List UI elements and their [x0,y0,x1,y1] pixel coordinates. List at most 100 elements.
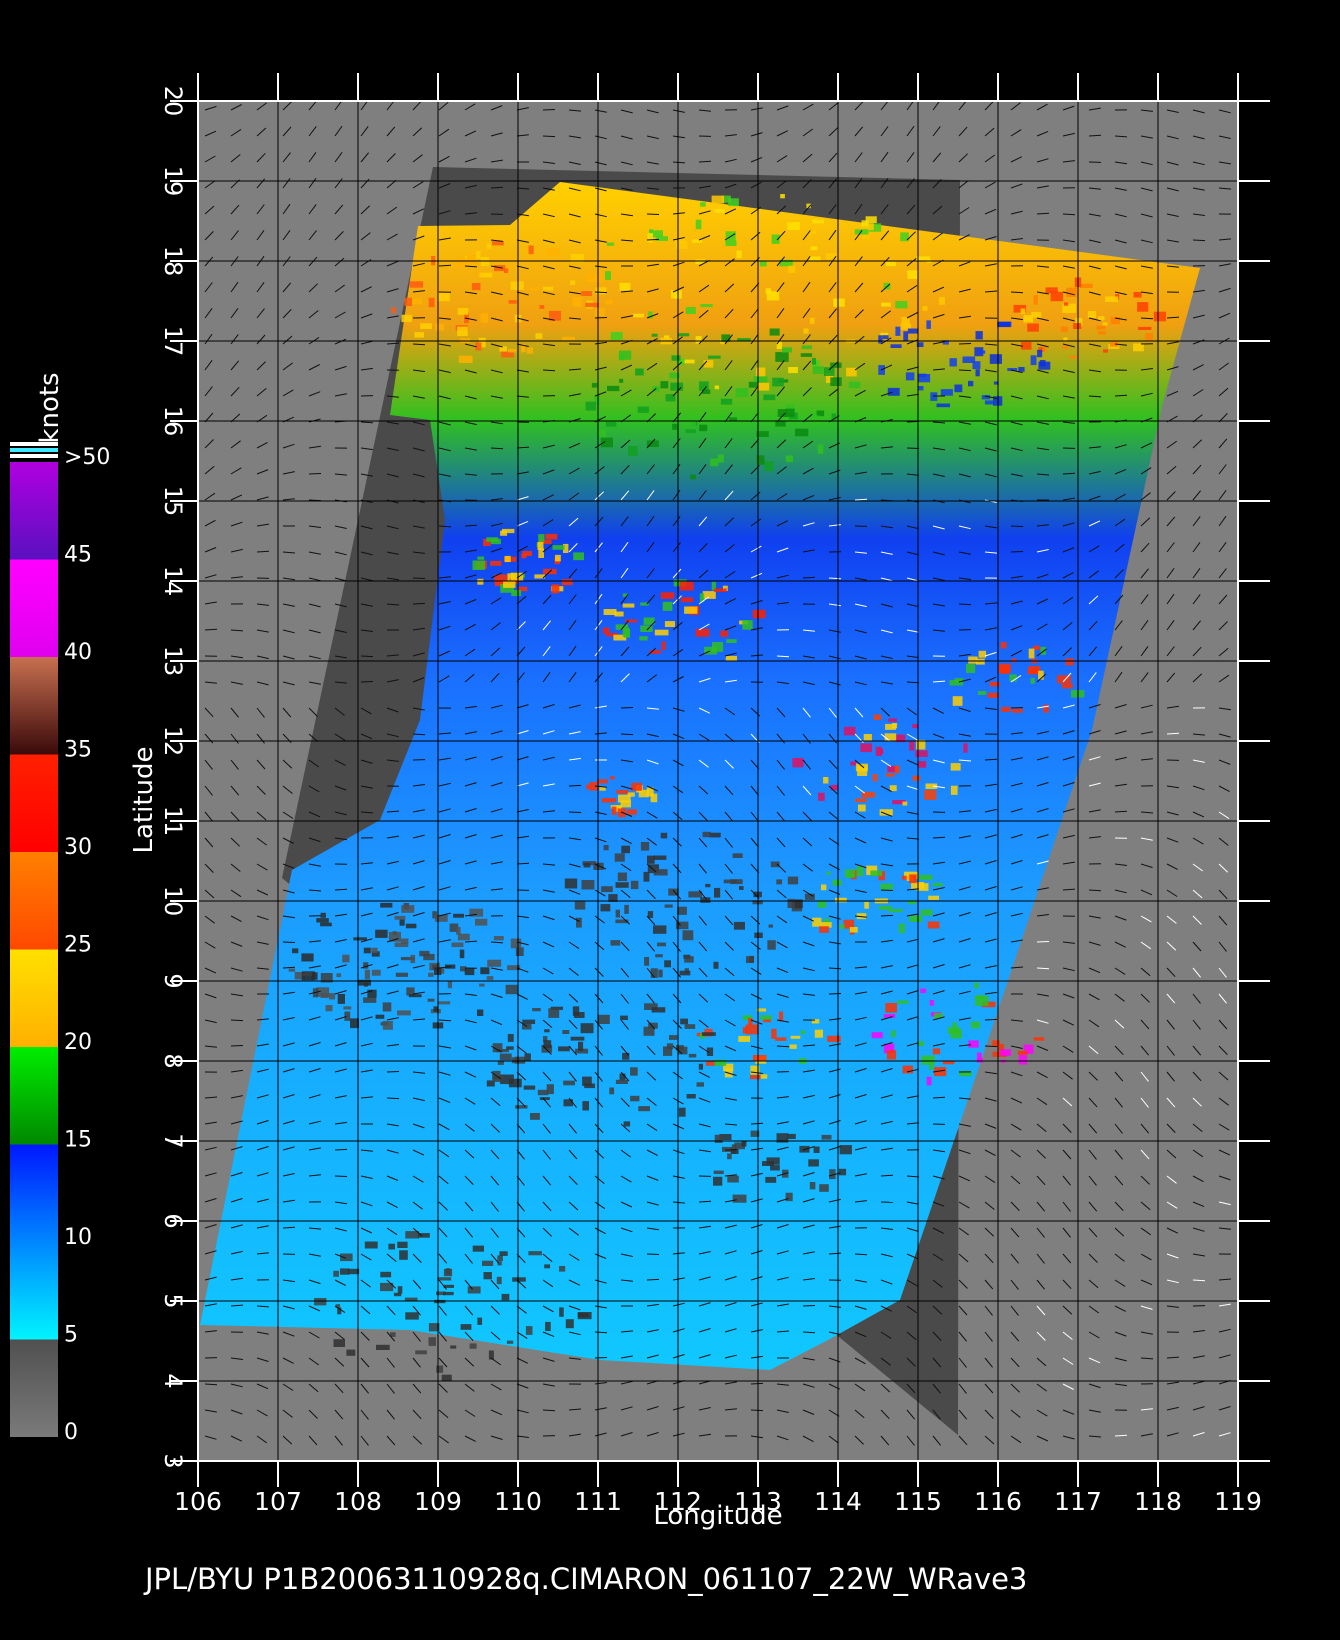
wind-speed-patch [897,1000,909,1004]
wind-speed-patch [930,392,938,401]
wind-speed-patch [714,588,727,592]
wind-speed-patch [1096,325,1106,330]
wind-vector [1166,732,1180,735]
wind-vector [1036,941,1050,943]
wind-speed-patch [577,1312,592,1320]
wind-speed-patch [1033,1037,1045,1041]
wind-speed-patch [320,922,332,927]
wind-speed-patch [340,1268,350,1275]
wind-speed-patch [714,209,725,213]
wind-speed-patch [1037,349,1043,358]
wind-speed-patch [1057,675,1071,684]
longitude-tick-label: 115 [894,1487,942,1516]
latitude-tick-label: 9 [159,973,187,988]
wind-speed-patch [856,866,864,877]
wind-speed-patch [819,926,829,933]
wind-speed-patch [499,1053,512,1061]
wind-vector [308,473,322,475]
wind-speed-patch [651,1007,666,1013]
latitude-tick-label: 5 [159,1293,187,1308]
wind-speed-patch [316,918,329,923]
wind-speed-patch [854,229,869,235]
wind-speed-patch [562,336,575,340]
wind-speed-patch [764,461,774,472]
wind-vector [1010,291,1024,294]
wind-speed-patch [480,313,488,323]
wind-speed-patch [905,372,915,381]
wind-vector [802,1305,816,1307]
wind-speed-patch [812,357,816,365]
wind-speed-patch [650,793,658,803]
wind-speed-patch [671,355,681,361]
wind-speed-patch [672,423,678,430]
wind-speed-patch [706,1061,715,1066]
wind-speed-patch [860,743,872,753]
wind-speed-patch [879,748,884,755]
colorbar-band-30-35 [10,754,58,852]
wind-speed-patch [928,895,939,900]
latitude-tick-labels: 3 4 5 6 7 8 9 10 11 12 13 14 15 16 17 18 19 20 [159,86,187,1469]
wind-speed-patch [453,913,464,918]
wind-speed-patch [811,415,820,426]
wind-speed-patch [772,377,784,387]
wind-speed-patch [702,591,716,599]
wind-speed-patch [395,972,408,977]
wind-speed-patch [907,270,918,279]
wind-speed-patch [1050,291,1064,302]
wind-speed-patch [405,1312,419,1320]
wind-speed-patch [459,949,465,959]
wind-speed-patch [705,883,711,888]
wind-speed-patch [735,388,749,398]
wind-speed-patch [711,195,725,204]
wind-speed-patch [624,904,629,914]
wind-speed-patch [438,292,450,302]
wind-speed-patch [325,1005,333,1012]
wind-speed-patch [404,1297,418,1301]
wind-speed-patch [670,290,682,299]
latitude-tick-label: 20 [159,86,187,117]
wind-speed-patch [878,905,892,910]
wind-speed-patch [574,1012,585,1018]
wind-vector [828,993,842,995]
wind-vector [646,1278,660,1281]
wind-speed-patch [394,915,406,920]
colorbar-band-0-5 [10,1339,58,1437]
wind-speed-patch [767,940,776,950]
wind-speed-patch [538,534,545,542]
wind-speed-patch [748,381,759,388]
wind-speed-patch [1133,292,1142,298]
wind-speed-patch [658,969,663,978]
longitude-tick-label: 106 [174,1487,222,1516]
wind-speed-patch [713,1176,723,1186]
wind-speed-patch [670,382,684,391]
wind-speed-patch [885,261,897,267]
wind-speed-patch [688,1053,697,1058]
wind-speed-patch [857,766,868,776]
wind-speed-patch [695,628,710,637]
wind-speed-patch [684,606,698,614]
wind-speed-patch [621,845,630,854]
wind-speed-patch [510,938,522,949]
wind-speed-patch [333,1339,345,1347]
wind-speed-patch [835,897,847,903]
wind-speed-patch [380,1271,392,1278]
wind-speed-patch [591,382,598,388]
wind-speed-patch [823,367,835,376]
wind-speed-patch [739,886,744,890]
wind-speed-patch [775,421,786,427]
wind-speed-patch [616,790,628,794]
wind-speed-patch [691,239,703,243]
wind-speed-patch [576,917,582,928]
wind-speed-patch [471,283,481,291]
wind-speed-patch [1018,1054,1028,1065]
wind-speed-patch [510,281,524,290]
wind-speed-patch [423,953,435,961]
map-panel: 106 107 108 109 110 111 112 113 114 115 116 117 118 1… [129,73,1270,1531]
wind-speed-patch [302,972,312,976]
wind-speed-patch [375,929,388,938]
wind-speed-patch [561,579,573,586]
wind-speed-patch [388,931,401,942]
wind-vector [360,421,374,424]
wind-speed-patch [441,1374,452,1382]
wind-speed-patch [954,384,963,393]
